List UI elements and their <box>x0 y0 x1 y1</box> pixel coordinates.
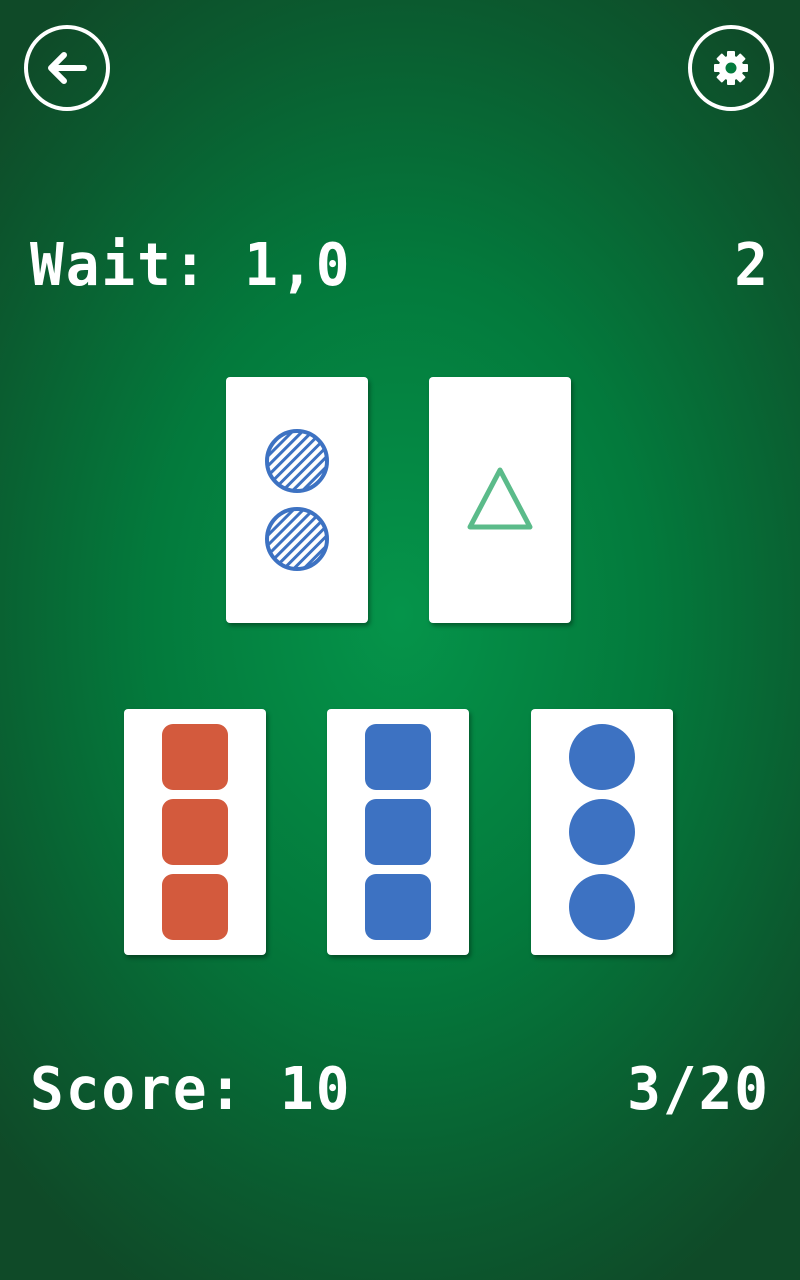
circle-symbol <box>569 874 635 940</box>
circle-symbol <box>265 429 329 493</box>
card-shapes <box>265 429 329 571</box>
card-shapes <box>569 724 635 940</box>
back-button[interactable] <box>24 25 110 111</box>
square-symbol <box>162 874 228 940</box>
score-display: Score: 10 <box>30 1055 352 1124</box>
circle-symbol <box>569 799 635 865</box>
choice-card-1[interactable] <box>124 709 266 955</box>
card-shapes <box>162 724 228 940</box>
square-symbol <box>162 799 228 865</box>
gear-icon <box>714 51 748 85</box>
card-shapes <box>365 724 431 940</box>
wait-timer: Wait: 1,0 <box>30 231 352 300</box>
target-card-2 <box>429 377 571 623</box>
round-counter: 2 <box>734 231 770 300</box>
arrow-left-icon <box>48 52 87 84</box>
choice-card-3[interactable] <box>531 709 673 955</box>
card-shapes <box>467 467 533 530</box>
target-card-1 <box>226 377 368 623</box>
choice-card-2[interactable] <box>327 709 469 955</box>
square-symbol <box>365 874 431 940</box>
circle-symbol <box>569 724 635 790</box>
square-symbol <box>162 724 228 790</box>
progress-counter: 3/20 <box>627 1055 770 1124</box>
triangle-symbol <box>467 467 533 530</box>
square-symbol <box>365 724 431 790</box>
settings-button[interactable] <box>688 25 774 111</box>
circle-symbol <box>265 507 329 571</box>
square-symbol <box>365 799 431 865</box>
